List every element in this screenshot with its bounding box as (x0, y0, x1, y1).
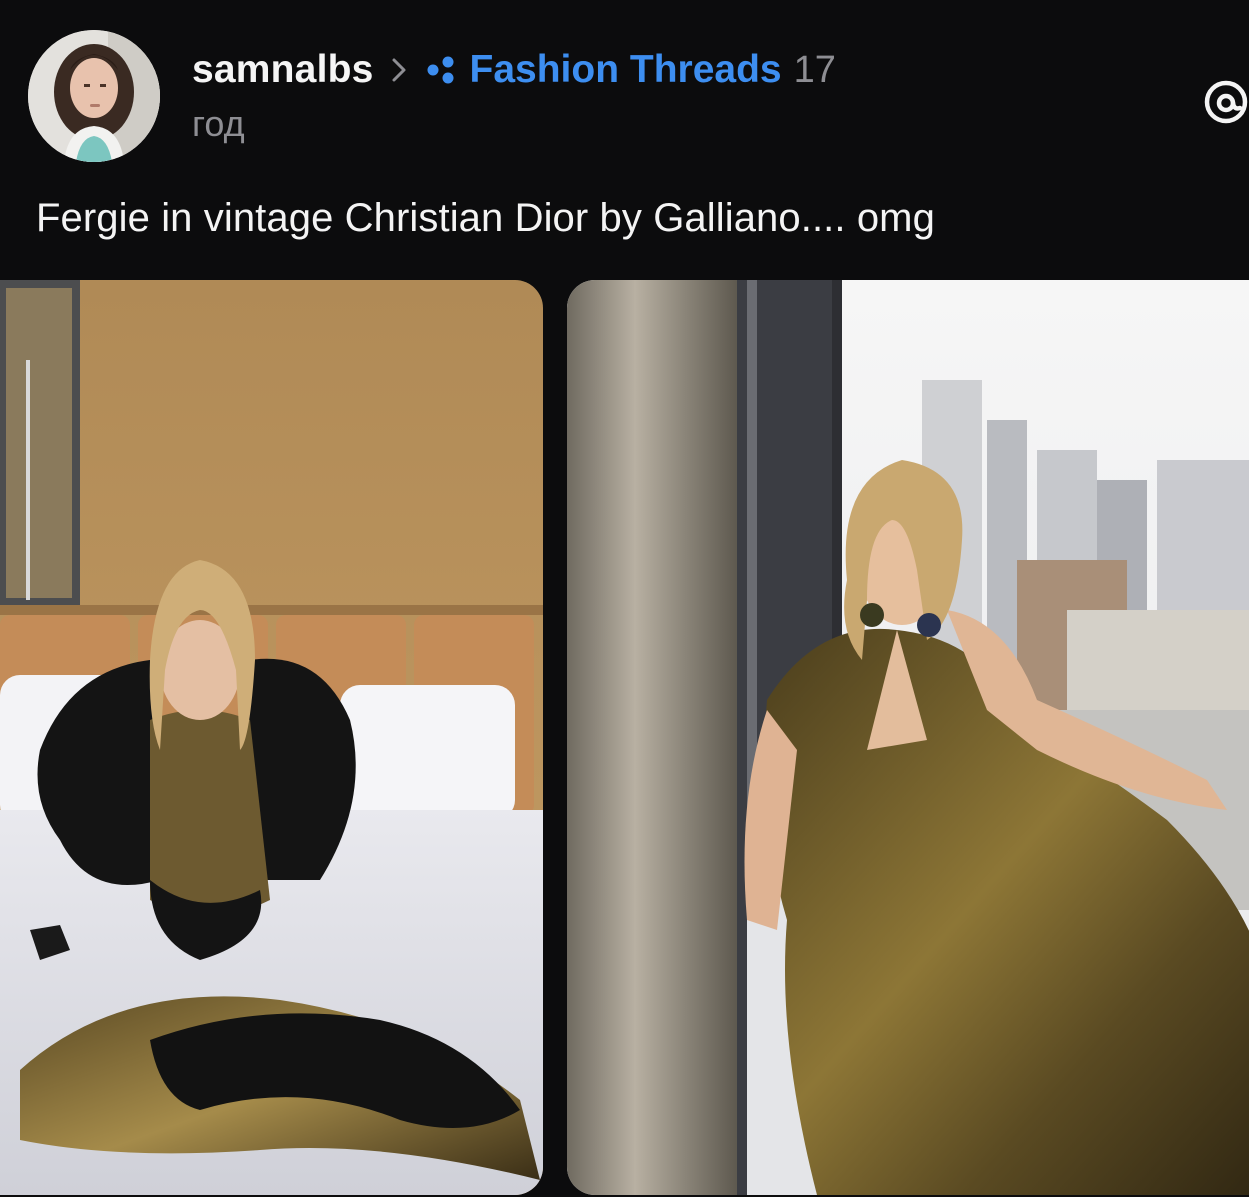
media-carousel[interactable] (0, 280, 1249, 1197)
author-avatar[interactable] (28, 30, 160, 162)
post-photo-2[interactable] (567, 280, 1249, 1195)
photo-window-gold-gown (567, 280, 1249, 1195)
community-dots-icon (426, 54, 462, 86)
post-text: Fergie in vintage Christian Dior by Gall… (36, 196, 935, 240)
chevron-right-icon (390, 55, 414, 85)
author-username[interactable]: samnalbs (192, 48, 374, 92)
threads-logo-icon[interactable] (1200, 76, 1249, 128)
timestamp-value: 17 (793, 48, 836, 91)
avatar-photo (28, 30, 160, 162)
thread-post: samnalbs Fashion Threads 17 год Fergie i… (0, 0, 1249, 1197)
timestamp-unit: год (192, 103, 245, 144)
photo-bedroom-feather-boa (0, 280, 543, 1195)
post-header: samnalbs Fashion Threads 17 (192, 44, 836, 96)
community-name[interactable]: Fashion Threads (470, 48, 782, 92)
post-photo-1[interactable] (0, 280, 543, 1195)
